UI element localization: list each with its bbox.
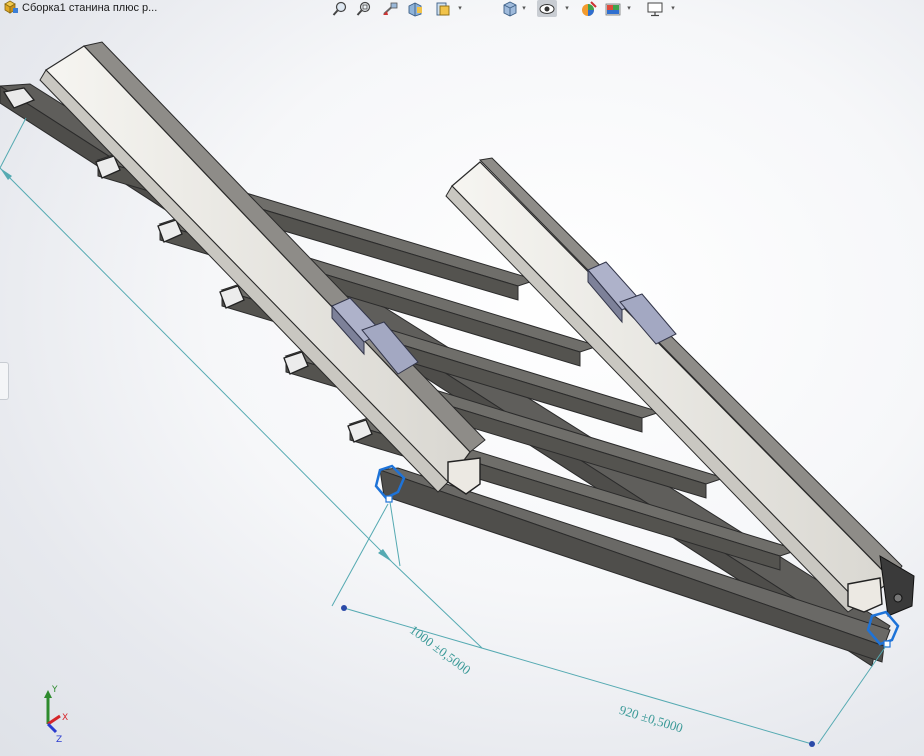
section-view-icon[interactable] [406, 0, 426, 17]
document-title[interactable]: Сборка1 станина плюс р... [22, 0, 157, 16]
view-settings-icon[interactable] [645, 0, 665, 17]
zoom-to-fit-icon[interactable] [330, 0, 350, 17]
apply-scene-icon[interactable] [603, 0, 623, 17]
hide-show-caret-icon[interactable]: ▾ [563, 3, 571, 13]
edit-appearance-icon[interactable] [579, 0, 599, 17]
view-settings-caret-icon[interactable]: ▾ [669, 3, 677, 13]
assembly-document-icon [4, 0, 18, 14]
hide-show-items-icon[interactable] [537, 0, 557, 17]
assembly-model[interactable] [0, 18, 924, 756]
previous-view-icon[interactable] [380, 0, 400, 17]
reference-triad: Y X Z [44, 685, 68, 744]
graphics-viewport[interactable]: Y X Z 1000 ±0,5000 920 ±0,5000 [0, 18, 924, 756]
triad-z-label: Z [56, 735, 62, 744]
triad-y-label: Y [51, 685, 58, 695]
triad-x-label: X [62, 713, 68, 723]
display-style-caret-icon[interactable]: ▾ [520, 3, 528, 13]
view-orientation-icon[interactable] [434, 0, 454, 17]
zoom-to-area-icon[interactable] [354, 0, 374, 17]
apply-scene-caret-icon[interactable]: ▾ [625, 3, 633, 13]
graphics-area-toolbar: Сборка1 станина плюс р... ▾ ▾ ▾ ▾ ▾ [0, 0, 924, 18]
view-orientation-caret-icon[interactable]: ▾ [456, 3, 464, 13]
display-style-icon[interactable] [500, 0, 520, 17]
collapse-panel-tab[interactable] [0, 362, 9, 400]
